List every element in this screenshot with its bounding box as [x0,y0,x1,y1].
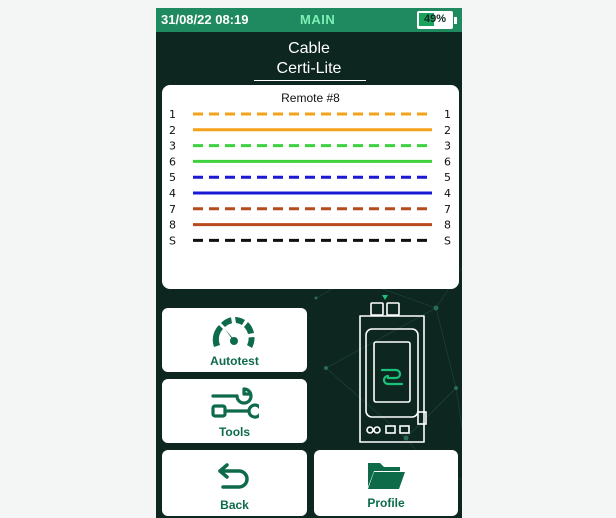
back-button[interactable]: Back [162,450,307,516]
cable-title: Cable [288,40,330,57]
datetime-label: 31/08/22 08:19 [161,12,249,27]
gauge-icon [212,317,255,348]
profile-button[interactable]: Profile [314,450,458,516]
wire-pin-right-0: 1 [444,108,451,121]
wire-pin-left-0: 1 [169,108,176,121]
wire-pin-left-3: 6 [169,155,176,168]
wire-pin-left-5: 4 [169,187,176,200]
cable-name[interactable]: Certi-Lite [156,60,462,78]
wire-pin-right-2: 3 [444,140,451,153]
tools-button[interactable]: Tools [162,379,307,443]
wire-pin-left-8: S [169,234,176,247]
wire-pin-right-6: 7 [444,203,451,216]
wire-pin-right-7: 8 [444,219,451,232]
folder-icon [368,463,405,489]
wire-pin-right-8: S [444,234,451,247]
battery-tip [454,17,457,24]
wire-pin-right-5: 4 [444,187,451,200]
back-label: Back [220,498,249,512]
wire-pin-right-3: 6 [444,155,451,168]
tools-label: Tools [218,425,251,439]
status-bar: 31/08/22 08:19 MAIN 49% [156,8,462,32]
autotest-label: Autotest [210,354,259,368]
wire-pin-left-6: 7 [169,203,176,216]
wire-pin-left-4: 5 [169,171,176,184]
cable-name-underline [254,80,366,81]
wiremap-panel: Remote #8 1122336655447788SS [162,85,459,289]
wire-pin-left-1: 2 [169,124,176,137]
device-screen: 31/08/22 08:19 MAIN 49% Cable Certi-Lite… [156,8,462,518]
wrench-tools-icon [211,387,259,419]
back-arrow-icon [218,463,249,489]
wiremap-diagram: 1 1 2 2 3 3 6 6 5 5 4 4 7 7 8 8 S S [169,108,451,247]
tester-device-icon [359,295,427,443]
wire-pin-right-4: 5 [444,171,451,184]
battery-icon: 49% [417,11,453,29]
profile-label: Profile [367,496,405,510]
autotest-button[interactable]: Autotest [162,308,307,372]
wire-pin-right-1: 2 [444,124,451,137]
mode-label: MAIN [300,12,336,27]
wire-pin-left-2: 3 [169,140,176,153]
battery-percent: 49% [423,13,447,25]
wire-pin-left-7: 8 [169,219,176,232]
